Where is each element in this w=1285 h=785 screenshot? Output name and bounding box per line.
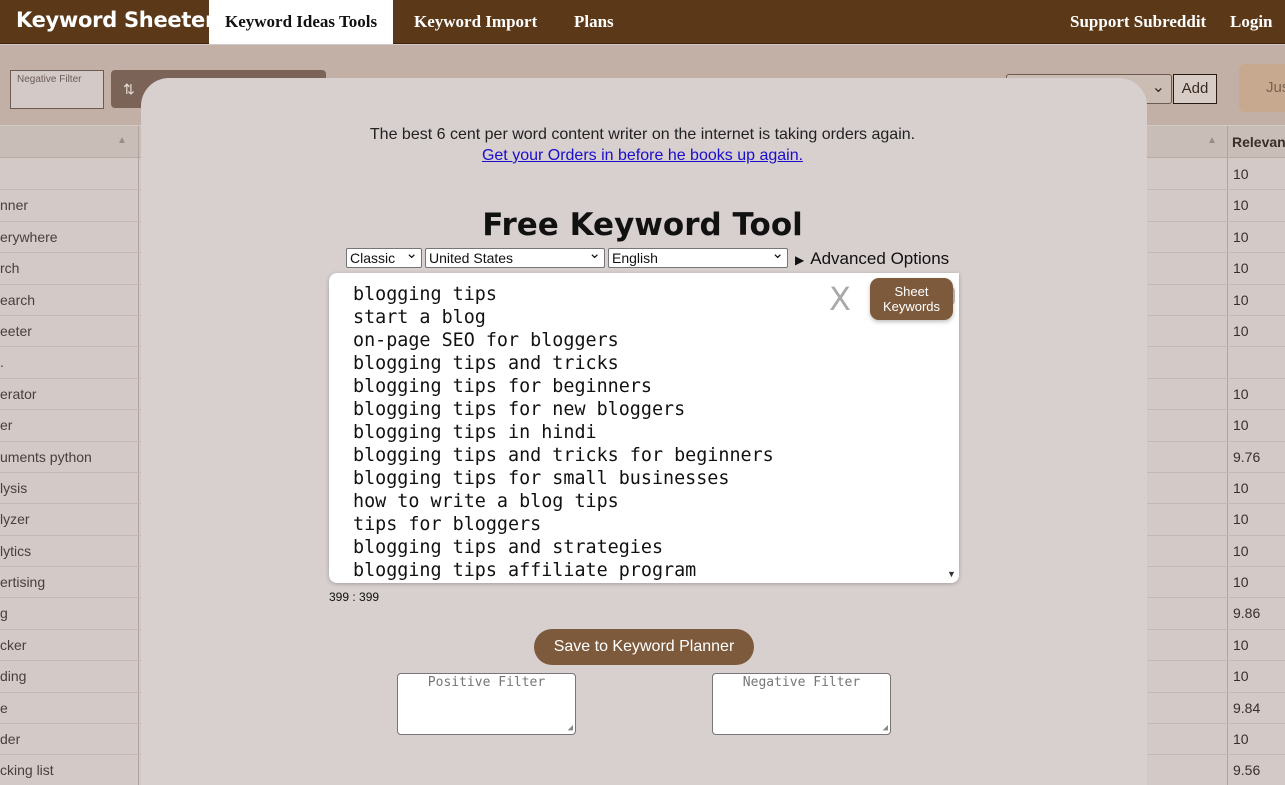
keyword-list: blogging tips start a blog on-page SEO for… <box>353 283 774 582</box>
sort-icon: ⇅ <box>123 81 135 97</box>
language-select[interactable]: English <box>608 245 788 268</box>
row-relevance: 10 <box>1233 574 1249 591</box>
keyword-line: blogging tips and strategies <box>353 537 664 558</box>
row-keyword: . <box>0 354 4 371</box>
background-partial-button: Jus <box>1239 64 1285 112</box>
row-relevance: 10 <box>1233 731 1249 748</box>
nav-keyword-import[interactable]: Keyword Import <box>398 0 553 44</box>
keyword-line: on-page SEO for bloggers <box>353 330 619 351</box>
row-keyword: cking list <box>0 762 54 779</box>
row-relevance: 9.86 <box>1233 605 1261 622</box>
row-keyword: der <box>0 731 21 748</box>
row-relevance: 10 <box>1233 166 1249 182</box>
mode-select[interactable]: Classic <box>346 245 422 268</box>
sheet-keywords-label: Sheet Keywords <box>882 284 941 314</box>
keyword-line: tips for bloggers <box>353 514 542 535</box>
advanced-options-label: Advanced Options <box>810 249 950 268</box>
row-keyword: lytics <box>0 542 32 559</box>
row-relevance: 10 <box>1233 417 1249 434</box>
keyword-line: blogging tips for beginners <box>353 376 652 397</box>
sheet-keywords-button[interactable]: Sheet Keywords <box>870 278 953 320</box>
negative-filter-placeholder: Negative Filter <box>742 675 861 690</box>
row-keyword: lysis <box>0 479 28 496</box>
row-relevance: 10 <box>1233 291 1249 308</box>
row-keyword: uments python <box>0 448 92 465</box>
promo-banner: The best 6 cent per word content writer … <box>0 124 1285 166</box>
row-relevance: 9.56 <box>1233 762 1261 779</box>
row-relevance: 10 <box>1233 322 1249 339</box>
background-negative-filter: Negative Filter <box>10 70 104 109</box>
row-relevance: 10 <box>1233 668 1249 685</box>
nav-keyword-ideas-tools[interactable]: Keyword Ideas Tools <box>209 0 393 44</box>
row-keyword: ding <box>0 668 27 685</box>
promo-text: The best 6 cent per word content writer … <box>369 126 916 143</box>
row-keyword: cker <box>0 636 27 653</box>
scroll-down-icon[interactable]: ▼ <box>947 569 956 579</box>
row-relevance: 10 <box>1233 511 1249 528</box>
keyword-line: blogging tips and tricks for beginners <box>353 445 774 466</box>
row-keyword: eeter <box>0 322 32 339</box>
row-relevance: 10 <box>1233 260 1249 277</box>
row-relevance: 9.84 <box>1233 699 1261 716</box>
keyword-line: start a blog <box>353 307 486 328</box>
row-keyword: e <box>0 699 8 716</box>
keyword-textarea[interactable]: blogging tips start a blog on-page SEO for… <box>329 273 959 583</box>
row-keyword: g <box>0 605 8 622</box>
keyword-line: blogging tips for new bloggers <box>353 399 686 420</box>
keyword-line: blogging tips for small businesses <box>353 468 730 489</box>
keyword-line: blogging tips <box>353 284 497 305</box>
row-keyword: ertising <box>0 574 46 591</box>
row-relevance: 9.76 <box>1233 448 1261 465</box>
row-keyword: lyzer <box>0 511 30 528</box>
row-relevance: 10 <box>1233 479 1249 496</box>
nav-support-subreddit[interactable]: Support Subreddit <box>1054 0 1222 44</box>
row-keyword: rch <box>0 260 20 277</box>
row-keyword: earch <box>0 291 36 308</box>
keyword-line: how to write a blog tips <box>353 491 619 512</box>
top-navbar: Keyword Sheeter Keyword Ideas Tools Keyw… <box>0 0 1285 44</box>
row-relevance: 10 <box>1233 636 1249 653</box>
resize-grip-icon[interactable]: ◢ <box>883 723 888 733</box>
row-relevance: 10 <box>1233 385 1249 402</box>
keyword-line: blogging tips and tricks <box>353 353 619 374</box>
row-keyword: er <box>0 417 13 434</box>
page-title: Free Keyword Tool <box>482 207 803 243</box>
clear-textarea-button[interactable]: X <box>829 280 851 318</box>
keyword-line: blogging tips in hindi <box>353 422 597 443</box>
disclosure-triangle-icon: ▶ <box>795 253 805 267</box>
background-add-button: Add <box>1173 74 1217 104</box>
negative-filter-input[interactable]: Negative Filter ◢ <box>712 673 891 735</box>
positive-filter-placeholder: Positive Filter <box>427 675 546 690</box>
advanced-options-toggle[interactable]: ▶ Advanced Options <box>795 249 949 269</box>
save-to-keyword-planner-button[interactable]: Save to Keyword Planner <box>534 629 754 665</box>
country-select[interactable]: United States <box>425 245 605 268</box>
keyword-counter: 399 : 399 <box>329 590 380 604</box>
promo-link[interactable]: Get your Orders in before he books up ag… <box>482 147 803 164</box>
positive-filter-input[interactable]: Positive Filter ◢ <box>397 673 576 735</box>
nav-plans[interactable]: Plans <box>558 0 630 44</box>
brand-logo[interactable]: Keyword Sheeter <box>16 8 215 32</box>
nav-login[interactable]: Login <box>1214 0 1285 44</box>
resize-grip-icon[interactable]: ◢ <box>568 723 573 733</box>
keyword-line: blogging tips affiliate program <box>353 560 697 581</box>
row-keyword: erator <box>0 385 37 402</box>
row-relevance: 10 <box>1233 542 1249 559</box>
